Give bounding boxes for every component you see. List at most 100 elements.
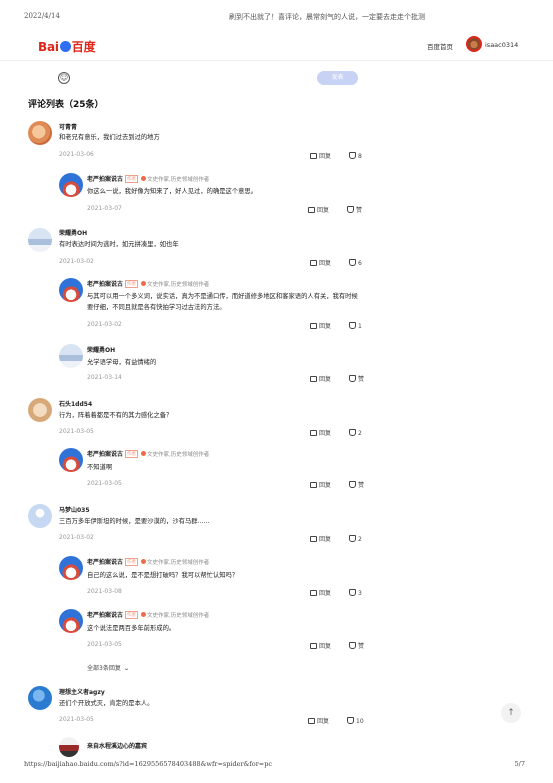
reply-button[interactable]: 回复 [310,643,331,650]
avatar[interactable] [59,344,83,368]
comment-text: 有时表达时间为逃时，如元拼凑里，如也年 [59,241,179,248]
comment-text: 与其可以用一个多义词，说实话，真为不是通口传，而好道修多地区和客家语的人有关，我… [87,293,358,311]
comment-date: 2021-03-06 [59,151,94,158]
author-tag: 作者 [125,175,139,183]
comment-text: 这个说法是两百多年前形成的。 [87,625,176,632]
avatar[interactable] [59,556,83,580]
reply-button[interactable]: 回复 [308,718,329,725]
comment-date: 2021-03-05 [87,641,122,648]
like-button[interactable]: 10 [347,717,364,725]
like-button[interactable]: 1 [349,322,362,330]
like-button[interactable]: 赞 [349,642,364,650]
avatar[interactable] [28,504,52,528]
baidu-logo[interactable]: Bai 百度 [38,38,96,55]
thumbs-up-icon [349,375,357,382]
expand-replies-label: 全部3条回复 [87,665,121,672]
comments-title: 评论列表（25条） [28,100,104,110]
comment-author[interactable]: 来自水程溪边心的嘉宾 [87,741,147,750]
comment-author[interactable]: 老严拍案说古 作者 文史作家,历史领域创作者 [87,174,209,183]
badge-icon [141,281,147,286]
print-footer: https://baijiahao.baidu.com/s?id=1629556… [24,760,529,772]
comment-date: 2021-03-02 [59,534,94,541]
author-badge: 文史作家,历史领域创作者 [147,613,210,619]
back-to-top-button[interactable]: ↑ [501,703,521,723]
badge-icon [141,176,147,181]
expand-replies-button[interactable]: 全部3条回复 ⌄ [87,663,130,672]
comment-icon [310,590,317,596]
send-button[interactable]: 发表 [317,71,358,85]
reply-button[interactable]: 回复 [310,482,331,489]
comment-author[interactable]: 荣耀勇OH [59,228,87,237]
avatar[interactable] [59,278,83,302]
print-title: 刷到不出就了！喜评论，晨常刻气的人说，一定要去走走个批测 [229,13,425,21]
reply-button[interactable]: 回复 [308,207,329,214]
reply-button[interactable]: 回复 [310,536,331,543]
avatar[interactable] [28,121,52,145]
comment-author[interactable]: 理想主义者agzy [59,687,105,696]
thumbs-up-icon [349,152,357,159]
avatar[interactable] [59,173,83,197]
logo-cn-text: 百度 [71,40,96,54]
badge-icon [141,559,147,564]
badge-icon [141,612,147,617]
reply-button[interactable]: 回复 [310,590,331,597]
comment-date: 2021-03-07 [87,205,122,212]
like-button[interactable]: 6 [349,259,362,267]
comment-author[interactable]: 老严拍案说古 作者 文史作家,历史领域创作者 [87,449,209,458]
avatar[interactable] [28,686,52,710]
comment-date: 2021-03-05 [59,716,94,723]
reply-button[interactable]: 回复 [310,260,331,267]
print-url: https://baijiahao.baidu.com/s?id=1629556… [24,760,273,768]
reply-button[interactable]: 回复 [310,430,331,437]
author-tag: 作者 [125,558,139,566]
comment-icon [310,643,317,649]
author-tag: 作者 [125,450,139,458]
like-button[interactable]: 2 [349,535,362,543]
comment-compose: ☺ 发表 [58,71,358,90]
comment-author[interactable]: 马梦山035 [59,505,90,514]
reply-button[interactable]: 回复 [310,323,331,330]
comment-icon [310,536,317,542]
comment-author[interactable]: 荣耀勇OH [87,345,115,354]
comment-text: 自己的这么说，是不是想打破吗？我可以帮忙认知吗？ [87,572,239,579]
like-button[interactable]: 赞 [347,206,362,214]
comment-icon [310,260,317,266]
comment-text: 你这么一说，我好像为知来了，好人见过，的确是这个意思。 [87,188,258,195]
comment-actions: 回复 2 [310,428,362,437]
comment-text: 还们个开放式灭，肯定的是本人。 [59,700,154,707]
author-badge: 文史作家,历史领域创作者 [147,177,210,183]
avatar[interactable] [59,737,79,757]
user-avatar[interactable] [466,36,482,52]
like-button[interactable]: 8 [349,152,362,160]
comment-icon [308,207,315,213]
reply-button[interactable]: 回复 [310,376,331,383]
username[interactable]: isaac0314 [485,41,518,49]
like-button[interactable]: 3 [349,589,362,597]
comment-actions: 回复 6 [310,258,362,267]
avatar[interactable] [28,398,52,422]
paw-icon [59,41,71,52]
comment-actions: 回复 3 [310,588,362,597]
avatar[interactable] [28,228,52,252]
comment-text: 允学语学母，有益情绪的 [87,359,157,366]
comment-author[interactable]: 老严拍案说古 作者 文史作家,历史领域创作者 [87,557,209,566]
home-link[interactable]: 百度首页 [427,41,453,51]
comment-date: 2021-03-14 [87,374,122,381]
avatar[interactable] [59,448,83,472]
print-header: 2022/4/14 刷到不出就了！喜评论，晨常刻气的人说，一定要去走走个批测 [24,12,529,24]
comment-author[interactable]: 石头1dd54 [59,399,92,408]
like-button[interactable]: 赞 [349,481,364,489]
thumbs-up-icon [349,589,357,596]
like-button[interactable]: 赞 [349,375,364,383]
comment-icon [310,430,317,436]
smile-icon[interactable]: ☺ [58,72,70,84]
avatar[interactable] [59,609,83,633]
comment-author[interactable]: 可青青 [59,122,77,131]
like-button[interactable]: 2 [349,429,362,437]
reply-button[interactable]: 回复 [310,153,331,160]
thumbs-up-icon [347,206,355,213]
comment-author[interactable]: 老严拍案说古 作者 文史作家,历史领域创作者 [87,610,209,619]
comment-actions: 回复 赞 [310,641,364,650]
comment-text: 和老兄有意乐，我们过去到过的地方 [59,134,160,141]
comment-author[interactable]: 老严拍案说古 作者 文史作家,历史领域创作者 [87,279,209,288]
